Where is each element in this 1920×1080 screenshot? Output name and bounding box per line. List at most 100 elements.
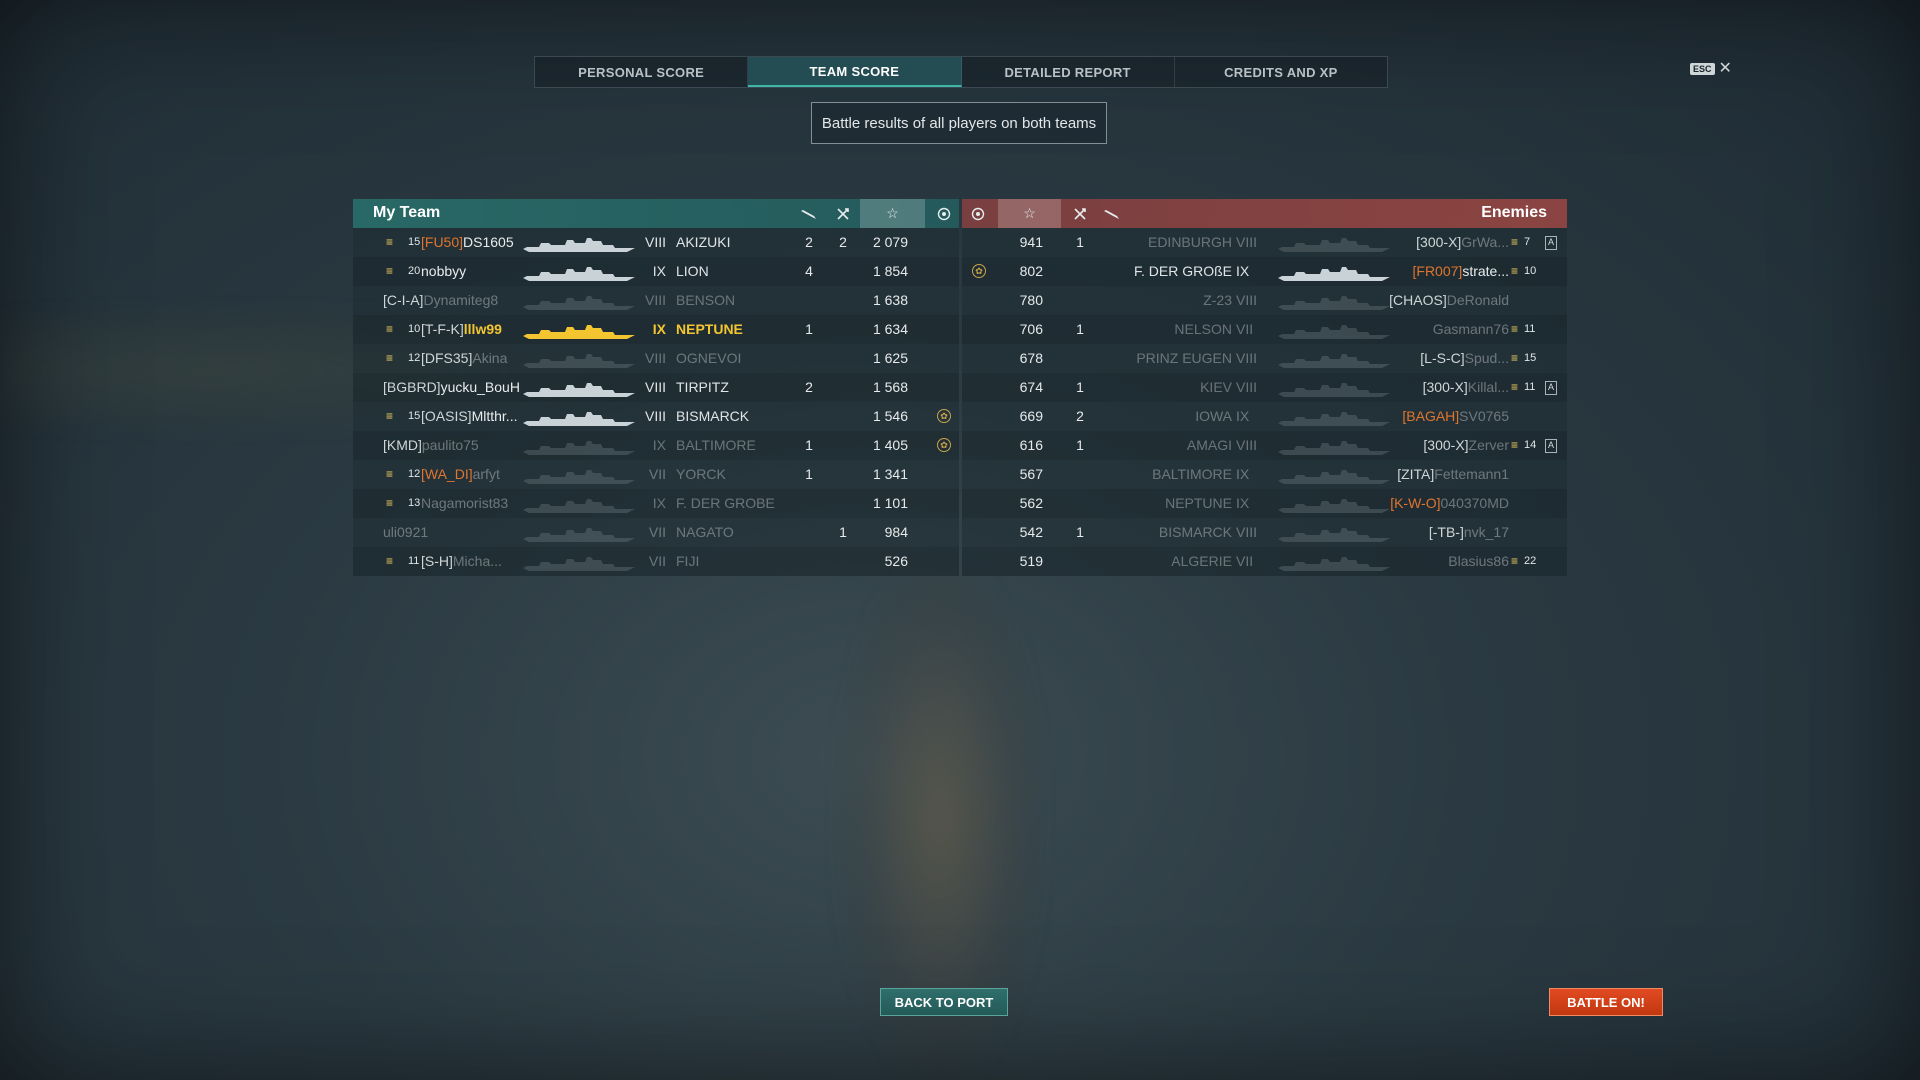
ship-silhouette [523, 292, 635, 310]
base-xp-value: 706 [1019, 321, 1043, 337]
ship-silhouette [523, 466, 635, 484]
crossed-swords-icon[interactable] [1066, 199, 1094, 228]
ship-tier: VIII [1236, 234, 1258, 250]
table-row[interactable]: [C-I-A]Dynamiteg8 VIII BENSON 1 638 [353, 286, 959, 315]
table-row[interactable]: 616 1 AMAGI VIII [300-X]Zerver ≡ 14 A [962, 431, 1567, 460]
table-row[interactable]: [BGBRD]yucku_BouH VIII TIRPITZ 2 1 568 [353, 373, 959, 402]
table-row[interactable]: 519 ALGERIE VII Blasius86 ≡ 22 [962, 547, 1567, 576]
ship-name: PRINZ EUGEN [1136, 350, 1232, 366]
ship-tier: VIII [1236, 379, 1258, 395]
ship-silhouette [1278, 350, 1390, 368]
table-row[interactable]: [KMD]paulito75 IX BALTIMORE 1 1 405 ✿ [353, 431, 959, 460]
ship-name: ALGERIE [1171, 553, 1232, 569]
rank-chevron-icon: ≡ [1511, 322, 1518, 336]
kills-value [829, 489, 857, 518]
ship-silhouette [1278, 466, 1390, 484]
ship-name: NEPTUNE [676, 321, 743, 337]
table-row[interactable]: 562 NEPTUNE IX [K-W-O]040370MD [962, 489, 1567, 518]
base-xp-value: 526 [884, 553, 908, 569]
ship-tier: VIII [1236, 350, 1258, 366]
results-tabs: PERSONAL SCORE TEAM SCORE DETAILED REPOR… [534, 56, 1388, 88]
torpedo-icon[interactable] [795, 199, 823, 228]
player-name: nobbyy [421, 263, 467, 279]
medal-icon[interactable] [962, 199, 994, 228]
tab-detailed-report[interactable]: DETAILED REPORT [962, 57, 1175, 87]
crossed-swords-icon[interactable] [829, 199, 857, 228]
table-row[interactable]: ≡ 20 nobbyy IX LION 4 1 854 [353, 257, 959, 286]
ship-tier: VIII [1236, 437, 1258, 453]
kills-value: 1 [1076, 321, 1084, 337]
ship-tier: VIII [644, 379, 666, 395]
close-button[interactable]: ESC ✕ [1690, 61, 1732, 77]
ship-silhouette [523, 553, 635, 571]
medal-icon[interactable] [929, 199, 959, 228]
division-icon: A [1545, 439, 1557, 453]
ship-name: BALTIMORE [1152, 466, 1232, 482]
base-xp-value: 678 [1019, 350, 1043, 366]
table-row[interactable]: 567 BALTIMORE IX [ZITA]Fettemann1 [962, 460, 1567, 489]
table-row[interactable]: uli0921 VII NAGATO 1 984 [353, 518, 959, 547]
star-icon[interactable]: ☆ [860, 199, 925, 228]
player-cell: nobbyy [421, 257, 466, 286]
table-row[interactable]: 674 1 KIEV VIII [300-X]Killal... ≡ 11 A [962, 373, 1567, 402]
player-rank: 11 [408, 555, 420, 567]
table-row[interactable]: ≡ 12 [DFS35]Akina VIII OGNEVOI 1 625 [353, 344, 959, 373]
table-row[interactable]: 706 1 NELSON VII Gasmann76 ≡ 11 [962, 315, 1567, 344]
table-row[interactable]: ≡ 12 [WA_DI]arfyt VII YORCK 1 1 341 [353, 460, 959, 489]
clan-tag: [BGBRD] [383, 379, 441, 395]
table-row[interactable]: 669 2 IOWA IX [BAGAH]SV0765 [962, 402, 1567, 431]
table-row[interactable]: ≡ 15 [OASIS]Mltthr... VIII BISMARCK 1 546 ✿ [353, 402, 959, 431]
clan-tag: [C-I-A] [383, 292, 424, 308]
tab-team-score[interactable]: TEAM SCORE [748, 57, 962, 87]
enemies-panel: ☆ Enemies 941 1 EDINBURGH VIII [300-X]GrWa..… [962, 199, 1567, 576]
table-row[interactable]: ≡ 13 Nagamorist83 IX F. DER GROBE 1 101 [353, 489, 959, 518]
rank-chevron-icon: ≡ [1511, 438, 1518, 452]
table-row[interactable]: ≡ 15 [FU50]DS1605 VIII AKIZUKI 2 2 2 079 [353, 228, 959, 257]
ship-name: F. DER GROBE [676, 495, 775, 511]
my-team-panel: My Team ☆ ≡ 15 [FU50]DS1605 VIII AKIZUKI 2 2 2 … [353, 199, 959, 576]
star-icon[interactable]: ☆ [998, 199, 1061, 228]
torpedo-icon[interactable] [1098, 199, 1126, 228]
player-cell: [KMD]paulito75 [383, 431, 479, 460]
table-row[interactable]: 542 1 BISMARCK VIII [-TB-]nvk_17 [962, 518, 1567, 547]
battle-on-button[interactable]: BATTLE ON! [1549, 988, 1663, 1016]
ship-silhouette [523, 408, 635, 426]
kills-value: 2 [839, 234, 847, 250]
clan-tag: [S-H] [421, 553, 453, 569]
base-xp-value: 1 546 [872, 408, 908, 424]
table-row[interactable]: 941 1 EDINBURGH VIII [300-X]GrWa... ≡ 7 A [962, 228, 1567, 257]
ship-name: F. DER GROßE [1133, 263, 1232, 279]
enemies-rows: 941 1 EDINBURGH VIII [300-X]GrWa... ≡ 7 A ✿ 802 F.… [962, 228, 1567, 576]
clan-tag: [300-X] [1423, 437, 1469, 453]
kills-value [829, 460, 857, 489]
player-cell: [FR007]strate... [1413, 257, 1510, 286]
player-name: arfyt [472, 466, 500, 482]
ship-tier: IX [652, 437, 666, 453]
table-row[interactable]: ≡ 11 [S-H]Micha... VII FIJI 526 [353, 547, 959, 576]
player-name: Dynamiteg8 [423, 292, 499, 308]
back-to-port-button[interactable]: BACK TO PORT [880, 988, 1008, 1016]
player-name: Spud... [1464, 350, 1509, 366]
rank-chevron-icon: ≡ [1511, 351, 1518, 365]
base-xp-value: 1 638 [872, 292, 908, 308]
kills-value [829, 431, 857, 460]
player-name: DS1605 [463, 234, 514, 250]
clan-tag: [BAGAH] [1402, 408, 1460, 424]
player-cell: [ZITA]Fettemann1 [1397, 460, 1509, 489]
torpedo-hits-value [795, 402, 823, 431]
ship-name: BENSON [676, 292, 736, 308]
ship-name: AKIZUKI [676, 234, 731, 250]
rank-chevron-icon: ≡ [386, 409, 393, 423]
player-name: nvk_17 [1463, 524, 1509, 540]
table-row[interactable]: 678 PRINZ EUGEN VIII [L-S-C]Spud... ≡ 15 [962, 344, 1567, 373]
tab-personal-score[interactable]: PERSONAL SCORE [535, 57, 749, 87]
base-xp-value: 542 [1019, 524, 1043, 540]
table-row[interactable]: ≡ 10 [T-F-K]lllw99 IX NEPTUNE 1 1 634 [353, 315, 959, 344]
table-row[interactable]: ✿ 802 F. DER GROßE IX [FR007]strate... ≡ 10 [962, 257, 1567, 286]
kills-value: 1 [1076, 524, 1084, 540]
table-row[interactable]: 780 Z-23 VIII [CHAOS]DeRonald [962, 286, 1567, 315]
kills-value [1066, 344, 1094, 373]
tab-credits-and-xp[interactable]: CREDITS AND XP [1175, 57, 1387, 87]
base-xp-value: 802 [1019, 263, 1043, 279]
my-team-rows: ≡ 15 [FU50]DS1605 VIII AKIZUKI 2 2 2 079 ≡ 20 nobb… [353, 228, 959, 576]
